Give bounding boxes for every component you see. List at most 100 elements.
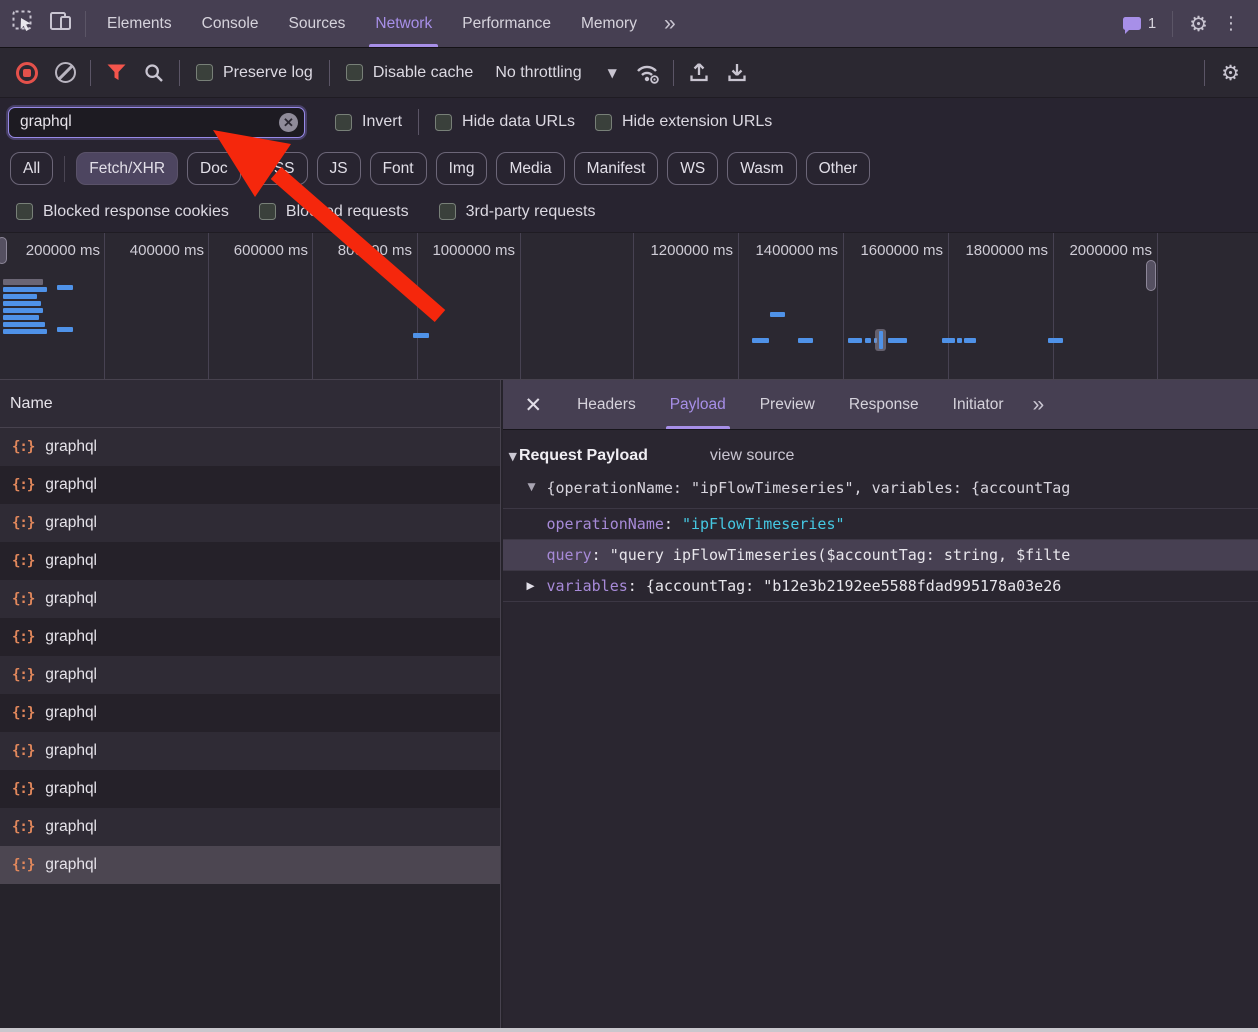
- timeline-handle[interactable]: [0, 237, 7, 264]
- waterfall-bar: [942, 338, 955, 343]
- request-row[interactable]: {:}graphql: [0, 846, 500, 884]
- filter-chip-fetch-xhr[interactable]: Fetch/XHR: [76, 152, 178, 185]
- export-har-icon[interactable]: [718, 56, 756, 90]
- name-column-header[interactable]: Name: [0, 380, 500, 428]
- device-toolbar-icon[interactable]: [49, 10, 73, 37]
- detail-tab-headers[interactable]: Headers: [560, 380, 653, 429]
- waterfall-bar: [888, 338, 907, 343]
- request-row[interactable]: {:}graphql: [0, 542, 500, 580]
- kebab-menu-icon[interactable]: ⋮: [1218, 13, 1248, 34]
- request-row[interactable]: {:}graphql: [0, 618, 500, 656]
- waterfall-bar: [3, 301, 41, 306]
- clear-filter-icon[interactable]: ✕: [279, 113, 298, 132]
- filter-chip-other[interactable]: Other: [806, 152, 871, 185]
- request-name: graphql: [45, 704, 97, 722]
- request-detail-panel: ✕ HeadersPayloadPreviewResponseInitiator…: [503, 380, 1258, 1032]
- payload-preview-line[interactable]: ▼ {operationName: "ipFlowTimeseries", va…: [503, 473, 1258, 509]
- import-har-icon[interactable]: [680, 56, 718, 90]
- request-row[interactable]: {:}graphql: [0, 732, 500, 770]
- detail-tab-preview[interactable]: Preview: [743, 380, 832, 429]
- invert-checkbox[interactable]: Invert: [325, 113, 412, 131]
- filter-input[interactable]: [8, 107, 305, 138]
- network-toolbar: Preserve log Disable cache No throttling…: [0, 48, 1258, 98]
- throttling-dropdown[interactable]: No throttling ▼: [483, 64, 629, 82]
- payload-row-query[interactable]: query: "query ipFlowTimeseries($accountT…: [503, 540, 1258, 571]
- disable-cache-checkbox[interactable]: Disable cache: [336, 64, 484, 82]
- devtools-window: ElementsConsoleSourcesNetworkPerformance…: [0, 0, 1258, 1032]
- expand-triangle-icon[interactable]: ▼: [528, 481, 536, 493]
- request-row[interactable]: {:}graphql: [0, 808, 500, 846]
- detail-more-tabs-icon[interactable]: »: [1021, 393, 1055, 417]
- tab-sources[interactable]: Sources: [274, 0, 361, 47]
- checkbox-box: [595, 114, 612, 131]
- filter-chip-media[interactable]: Media: [496, 152, 564, 185]
- request-row[interactable]: {:}graphql: [0, 580, 500, 618]
- devtools-tabbar: ElementsConsoleSourcesNetworkPerformance…: [0, 0, 1258, 48]
- selected-request-marker: [879, 331, 883, 349]
- checkbox-box: [346, 64, 363, 81]
- timeline-gridline: [633, 233, 634, 379]
- third-party-requests-checkbox[interactable]: 3rd-party requests: [429, 203, 606, 221]
- filter-chip-css[interactable]: CSS: [250, 152, 308, 185]
- expand-triangle-icon[interactable]: ▶: [527, 571, 535, 602]
- request-row[interactable]: {:}graphql: [0, 428, 500, 466]
- inspect-element-icon[interactable]: [12, 10, 35, 38]
- timeline-tick-label: 1800000 ms: [965, 242, 1048, 259]
- payload-row-operationName[interactable]: operationName: "ipFlowTimeseries": [503, 509, 1258, 540]
- request-row[interactable]: {:}graphql: [0, 504, 500, 542]
- tab-elements[interactable]: Elements: [92, 0, 187, 47]
- waterfall-bar: [957, 338, 962, 343]
- detail-tab-payload[interactable]: Payload: [653, 380, 743, 429]
- payload-row-variables[interactable]: ▶ variables: {accountTag: "b12e3b2192ee5…: [503, 571, 1258, 602]
- request-row[interactable]: {:}graphql: [0, 656, 500, 694]
- filter-chip-js[interactable]: JS: [317, 152, 361, 185]
- issues-button[interactable]: 1: [1113, 15, 1166, 32]
- filter-chip-doc[interactable]: Doc: [187, 152, 241, 185]
- request-row[interactable]: {:} graphql: [0, 694, 500, 732]
- preserve-log-checkbox[interactable]: Preserve log: [186, 64, 323, 82]
- view-source-link[interactable]: view source: [710, 447, 794, 465]
- request-row[interactable]: {:}graphql: [0, 466, 500, 504]
- filter-chip-font[interactable]: Font: [370, 152, 427, 185]
- blocked-response-cookies-checkbox[interactable]: Blocked response cookies: [6, 203, 239, 221]
- tab-console[interactable]: Console: [187, 0, 274, 47]
- blocked-filters-row: Blocked response cookies Blocked request…: [0, 191, 1258, 233]
- json-icon: {:}: [12, 705, 34, 721]
- hide-extension-urls-checkbox[interactable]: Hide extension URLs: [585, 113, 782, 131]
- checkbox-box: [16, 203, 33, 220]
- filter-funnel-icon[interactable]: [97, 56, 135, 90]
- network-conditions-icon[interactable]: [629, 56, 667, 90]
- collapse-triangle-icon[interactable]: ▼: [509, 450, 517, 463]
- divider: [64, 156, 65, 182]
- hide-data-urls-label: Hide data URLs: [462, 113, 575, 131]
- timeline-tick-label: 1000000 ms: [432, 242, 515, 259]
- tab-memory[interactable]: Memory: [566, 0, 652, 47]
- filter-chip-all[interactable]: All: [10, 152, 53, 185]
- timeline-handle[interactable]: [1146, 260, 1156, 291]
- record-button[interactable]: [8, 56, 46, 90]
- waterfall-bar: [752, 338, 769, 343]
- close-detail-icon[interactable]: ✕: [503, 393, 561, 417]
- waterfall-bar: [413, 333, 429, 338]
- tab-network[interactable]: Network: [360, 0, 447, 47]
- hide-data-urls-checkbox[interactable]: Hide data URLs: [425, 113, 585, 131]
- network-settings-gear-icon[interactable]: ⚙: [1211, 61, 1250, 85]
- more-tabs-icon[interactable]: »: [652, 12, 686, 36]
- payload-value: "ipFlowTimeseries": [682, 515, 845, 533]
- detail-tab-initiator[interactable]: Initiator: [936, 380, 1021, 429]
- search-icon[interactable]: [135, 56, 173, 90]
- disable-cache-label: Disable cache: [373, 64, 474, 82]
- filter-chip-img[interactable]: Img: [436, 152, 488, 185]
- clear-button[interactable]: [46, 56, 84, 90]
- network-overview-timeline[interactable]: 200000 ms400000 ms600000 ms800000 ms1000…: [0, 233, 1258, 380]
- request-row[interactable]: {:}graphql: [0, 770, 500, 808]
- json-icon: {:}: [12, 819, 34, 835]
- filter-chip-wasm[interactable]: Wasm: [727, 152, 796, 185]
- hide-extension-urls-label: Hide extension URLs: [622, 113, 772, 131]
- settings-gear-icon[interactable]: ⚙: [1179, 12, 1218, 36]
- filter-chip-ws[interactable]: WS: [667, 152, 718, 185]
- blocked-requests-checkbox[interactable]: Blocked requests: [249, 203, 419, 221]
- tab-performance[interactable]: Performance: [447, 0, 566, 47]
- detail-tab-response[interactable]: Response: [832, 380, 936, 429]
- filter-chip-manifest[interactable]: Manifest: [574, 152, 659, 185]
